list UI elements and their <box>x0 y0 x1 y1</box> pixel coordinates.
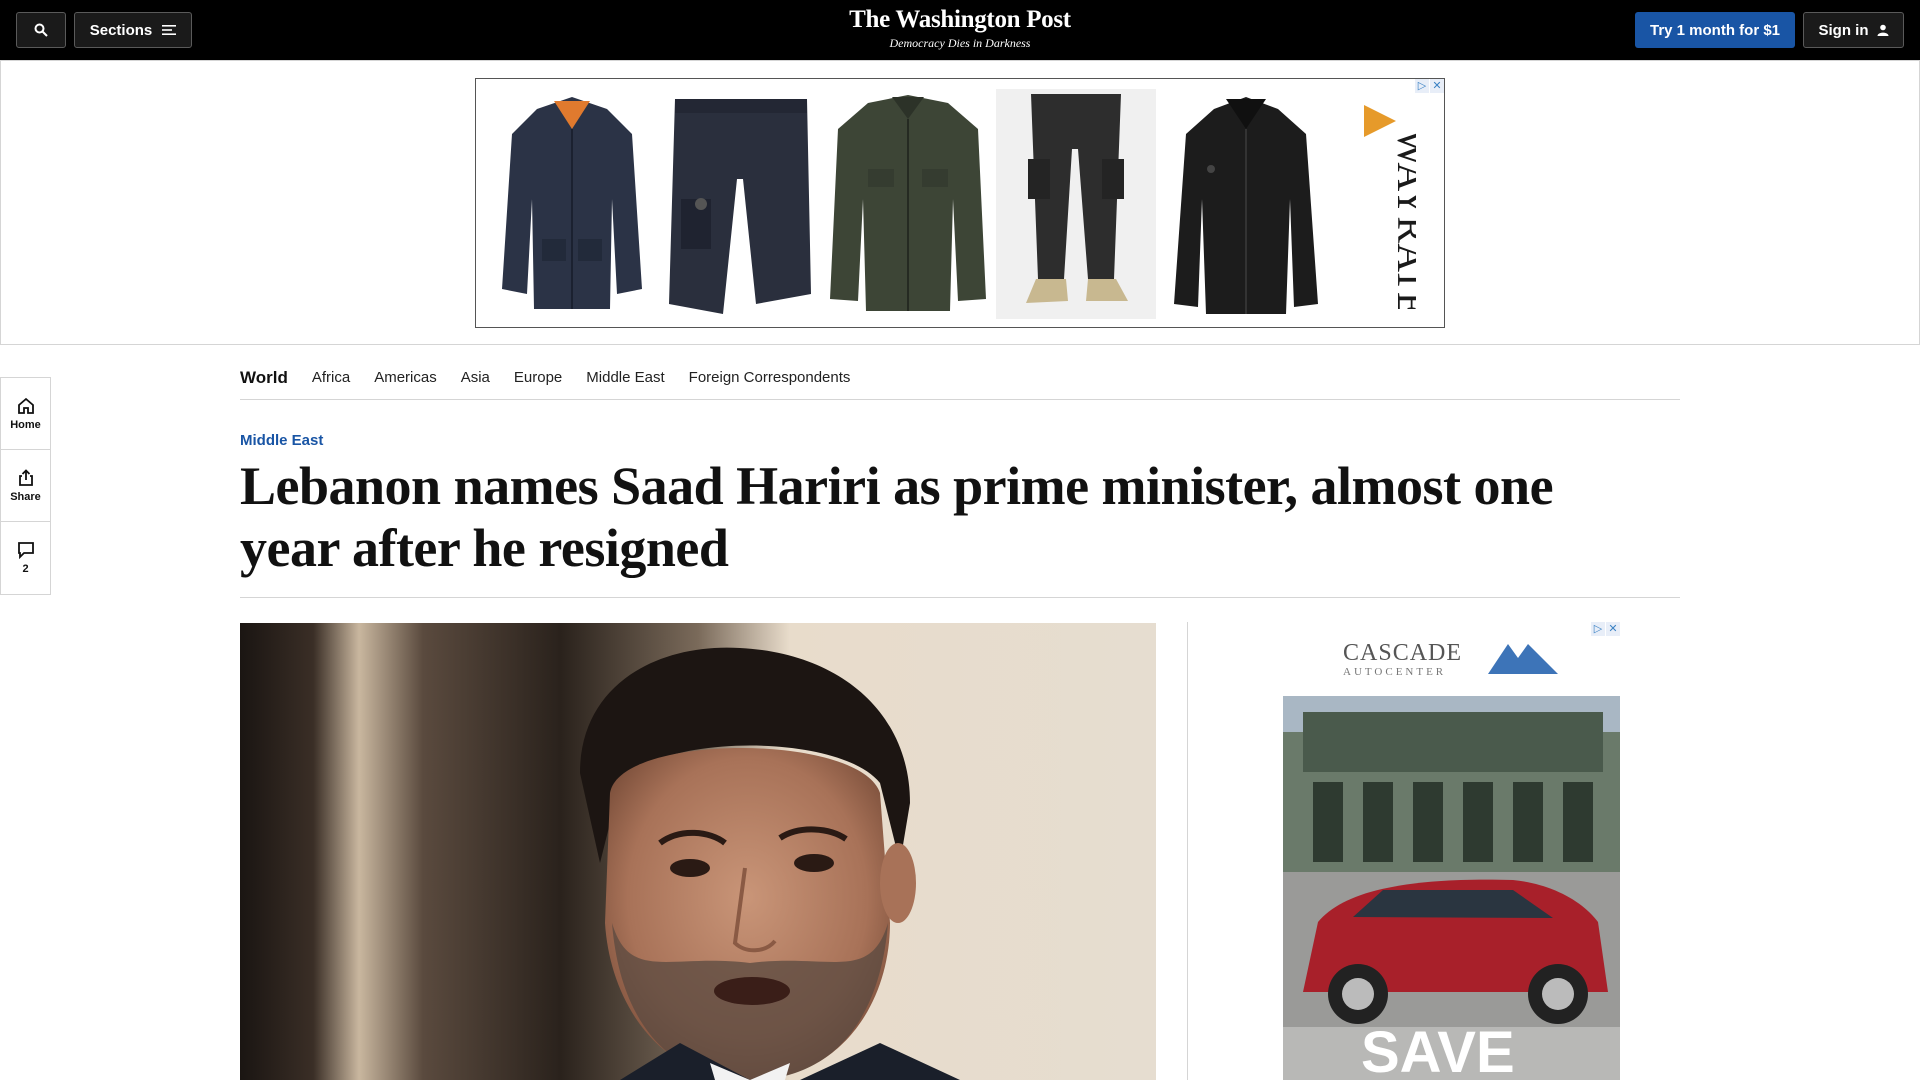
product-jacket-green-image[interactable] <box>828 89 988 319</box>
sidebar-ad-brand-sub: AUTOCENTER <box>1343 666 1446 678</box>
adchoices-icon[interactable]: ▷ <box>1591 622 1605 636</box>
sections-label: Sections <box>89 21 153 39</box>
nav-item-asia[interactable]: Asia <box>461 369 490 386</box>
sidebar-ad-brand: CASCADE <box>1343 640 1462 666</box>
ad-brand-text: WAYRATES <box>1389 129 1416 309</box>
menu-icon <box>162 25 177 35</box>
share-icon <box>18 468 33 486</box>
article-headline: Lebanon names Saad Hariri as prime minis… <box>240 456 1554 578</box>
subscribe-button[interactable]: Try 1 month for $1 <box>1635 12 1795 48</box>
close-icon[interactable]: ✕ <box>1430 79 1444 93</box>
masthead[interactable]: The Washington Post Democracy Dies in Da… <box>760 6 1160 51</box>
home-icon <box>17 397 34 414</box>
product-jacket-black-image[interactable] <box>1166 89 1326 319</box>
share-label: Share <box>10 490 41 503</box>
section-title[interactable]: World <box>240 368 288 388</box>
adchoices-icon[interactable]: ▷ <box>1415 79 1429 93</box>
top-navigation-bar: Sections The Washington Post Democracy D… <box>0 0 1920 60</box>
user-icon <box>1877 24 1888 36</box>
lead-photo[interactable] <box>240 623 1156 1080</box>
nav-item-africa[interactable]: Africa <box>312 369 350 386</box>
column-divider <box>1187 622 1188 1080</box>
product-jacket-navy-image[interactable] <box>492 89 652 319</box>
comments-button[interactable]: 2 <box>1 522 50 594</box>
site-logo[interactable]: The Washington Post <box>760 6 1160 34</box>
home-button[interactable]: Home <box>1 378 50 450</box>
search-icon <box>34 23 48 37</box>
comment-icon <box>17 542 34 559</box>
lead-photo-image <box>240 623 1156 1080</box>
nav-item-foreign-correspondents[interactable]: Foreign Correspondents <box>689 369 851 386</box>
close-icon[interactable]: ✕ <box>1606 622 1620 636</box>
sign-in-button[interactable]: Sign in <box>1803 12 1904 48</box>
left-action-rail: Home Share 2 <box>0 377 51 595</box>
product-pants-image[interactable] <box>996 89 1156 319</box>
sign-in-label: Sign in <box>1818 21 1869 39</box>
section-navigation: World Africa Americas Asia Europe Middle… <box>240 360 1680 400</box>
ad-brand-logo[interactable]: WAYRATES <box>1356 99 1416 309</box>
nav-item-americas[interactable]: Americas <box>374 369 437 386</box>
share-button[interactable]: Share <box>1 450 50 522</box>
nav-item-middle-east[interactable]: Middle East <box>586 369 664 386</box>
search-button[interactable] <box>16 12 66 48</box>
sidebar-ad[interactable]: ▷ ✕ CASCADE AUTOCENTER SAVE <box>1283 622 1620 1080</box>
product-shorts-image[interactable] <box>661 89 821 319</box>
sidebar-ad-image: CASCADE AUTOCENTER SAVE <box>1283 640 1620 1080</box>
site-tagline: Democracy Dies in Darkness <box>889 36 1031 50</box>
sidebar-ad-choices[interactable]: ▷ ✕ <box>1591 622 1620 636</box>
ad-choices[interactable]: ▷ ✕ <box>1415 79 1444 93</box>
article-kicker[interactable]: Middle East <box>240 432 323 449</box>
top-banner-ad[interactable]: ▷ ✕ WAYRATES <box>475 78 1445 328</box>
headline-divider <box>240 597 1680 598</box>
sidebar-ad-cta: SAVE <box>1361 1020 1515 1080</box>
home-label: Home <box>10 418 41 431</box>
nav-item-europe[interactable]: Europe <box>514 369 562 386</box>
comments-count: 2 <box>22 563 29 575</box>
sections-button[interactable]: Sections <box>74 12 192 48</box>
